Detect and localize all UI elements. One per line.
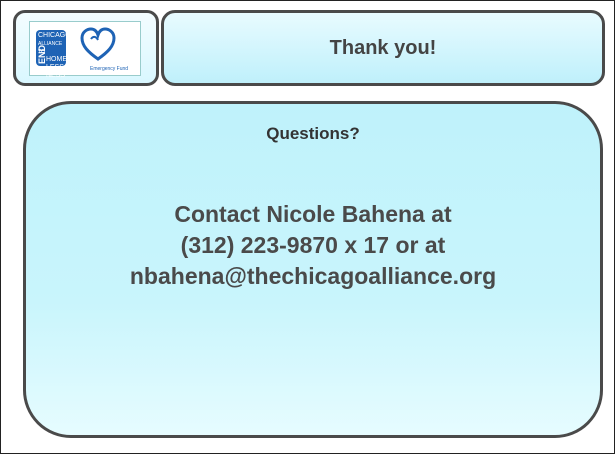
contact-info: Contact Nicole Bahena at (312) 223-9870 … (26, 199, 600, 292)
logo-line-3: HOME (46, 56, 67, 63)
logo-box: CHICAGO ALLIANCE TO HOME LESS NESS END E… (13, 10, 159, 86)
logo-tagline: Emergency Fund (90, 66, 129, 72)
logo-line-5: NESS (46, 72, 66, 79)
contact-line-phone: (312) 223-9870 x 17 or at (180, 232, 446, 258)
logo-line-4: LESS (46, 64, 64, 71)
page-title: Thank you! (329, 36, 437, 59)
questions-heading: Questions? (266, 124, 360, 143)
title-box: Thank you! (161, 10, 605, 86)
heart-icon (80, 27, 116, 61)
contact-line-name: Contact Nicole Bahena at (174, 201, 452, 227)
logo-line-1: CHICAGO (38, 32, 71, 39)
slide: CHICAGO ALLIANCE TO HOME LESS NESS END E… (0, 0, 615, 454)
contact-line-email: nbahena@thechicagoalliance.org (129, 263, 497, 289)
logo-end-block: CHICAGO ALLIANCE TO HOME LESS NESS END (36, 30, 71, 79)
logo-end-word: END (37, 44, 47, 64)
content-box: Questions? Contact Nicole Bahena at (312… (23, 101, 603, 438)
organization-logo: CHICAGO ALLIANCE TO HOME LESS NESS END E… (29, 21, 141, 79)
